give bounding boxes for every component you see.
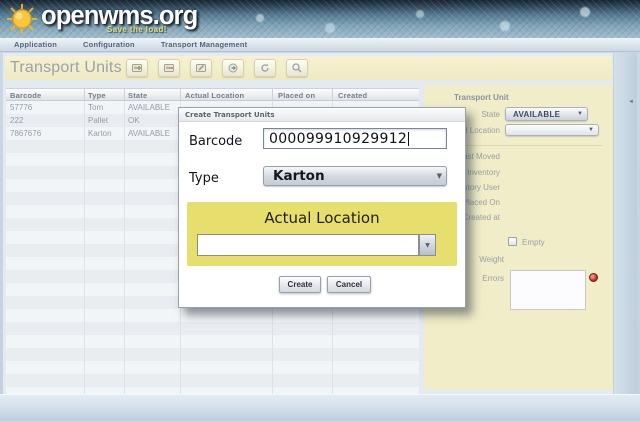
empty-checkbox-label: Empty	[522, 238, 545, 247]
transport-units-toolbar	[126, 59, 308, 77]
refresh-icon	[261, 63, 269, 72]
column-divider	[84, 101, 85, 394]
panel-splitter[interactable]: ◄	[613, 53, 637, 394]
type-label: Type	[189, 171, 219, 186]
column-header-barcode[interactable]: Barcode	[10, 91, 41, 100]
header-banner: openwms.org Save the load!	[0, 0, 640, 38]
actual-location-section: Actual Location ▼	[187, 202, 457, 266]
barcode-input[interactable]: 000099910929912	[263, 128, 447, 149]
text-caret	[408, 131, 410, 146]
search-button[interactable]	[286, 59, 308, 77]
cell-barcode: 57776	[10, 103, 33, 112]
actual-location-section-title: Actual Location	[264, 209, 380, 227]
type-dropdown[interactable]: Karton ▼	[263, 166, 447, 186]
actual-location-dropdown[interactable]: ▼	[505, 124, 599, 136]
state-dropdown-value: AVAILABLE	[513, 109, 561, 119]
dialog-title[interactable]: Create Transport Units	[179, 108, 465, 122]
cell-barcode: 222	[10, 116, 24, 125]
column-header-state[interactable]: State	[128, 91, 147, 100]
chevron-down-icon: ▼	[588, 127, 594, 133]
errors-textarea[interactable]	[510, 270, 586, 310]
cell-type: Karton	[88, 129, 112, 138]
create-transport-units-dialog: Create Transport Units Barcode 000099910…	[178, 107, 466, 308]
cell-type: Tom	[88, 103, 104, 112]
column-divider	[332, 89, 333, 100]
application-window: openwms.org Save the load! Application C…	[0, 0, 640, 421]
create-button[interactable]: Create	[279, 276, 321, 293]
chevron-down-icon: ▼	[577, 111, 583, 117]
remove-transport-unit-icon	[164, 64, 174, 72]
error-status-icon	[589, 273, 598, 282]
cell-barcode: 7867676	[10, 129, 42, 138]
refresh-button[interactable]	[254, 59, 276, 77]
main-menu-bar: Application Configuration Transport Mana…	[0, 38, 640, 52]
column-header-placed-on[interactable]: Placed on	[278, 91, 315, 100]
search-icon	[292, 63, 302, 73]
panel-title: Transport Unit	[454, 93, 509, 102]
column-divider	[84, 89, 85, 100]
page-title: Transport Units	[10, 59, 122, 76]
cell-state: AVAILABLE	[128, 103, 170, 112]
barcode-input-value: 000099910929912	[269, 130, 408, 147]
menu-item-configuration[interactable]: Configuration	[83, 40, 135, 49]
menu-item-application[interactable]: Application	[14, 40, 57, 49]
chevron-down-icon: ▼	[425, 241, 430, 249]
state-dropdown[interactable]: AVAILABLE ▼	[505, 107, 588, 121]
cancel-button[interactable]: Cancel	[327, 276, 371, 293]
edit-transport-unit-button[interactable]	[190, 59, 212, 77]
column-divider	[180, 89, 181, 100]
location-combo-input[interactable]	[197, 234, 419, 256]
add-transport-unit-button[interactable]	[126, 59, 148, 77]
cell-state: AVAILABLE	[128, 129, 170, 138]
add-transport-unit-icon	[132, 64, 142, 72]
chevron-down-icon: ▼	[436, 172, 442, 180]
collapse-panel-icon[interactable]: ◄	[628, 99, 634, 105]
sun-logo-icon	[5, 2, 39, 41]
column-divider	[272, 89, 273, 100]
column-header-actual-location[interactable]: Actual Location	[185, 91, 244, 100]
remove-transport-unit-button[interactable]	[158, 59, 180, 77]
cell-state: OK	[128, 116, 140, 125]
cell-type: Pallet	[88, 116, 109, 125]
column-divider	[124, 101, 125, 394]
barcode-label: Barcode	[189, 134, 243, 149]
type-dropdown-value: Karton	[273, 168, 325, 184]
location-combo-button[interactable]: ▼	[419, 234, 436, 256]
column-header-created[interactable]: Created	[338, 91, 367, 100]
menu-item-transport-management[interactable]: Transport Management	[161, 40, 248, 49]
column-header-type[interactable]: Type	[88, 91, 106, 100]
edit-transport-unit-icon	[196, 64, 206, 72]
empty-checkbox[interactable]	[508, 237, 517, 246]
logo-tagline: Save the load!	[107, 25, 167, 34]
status-bar	[0, 394, 640, 421]
move-transport-unit-icon	[228, 63, 238, 73]
column-divider	[124, 89, 125, 100]
move-transport-unit-button[interactable]	[222, 59, 244, 77]
transport-units-table-header: Barcode Type State Actual Location Place…	[6, 88, 419, 101]
